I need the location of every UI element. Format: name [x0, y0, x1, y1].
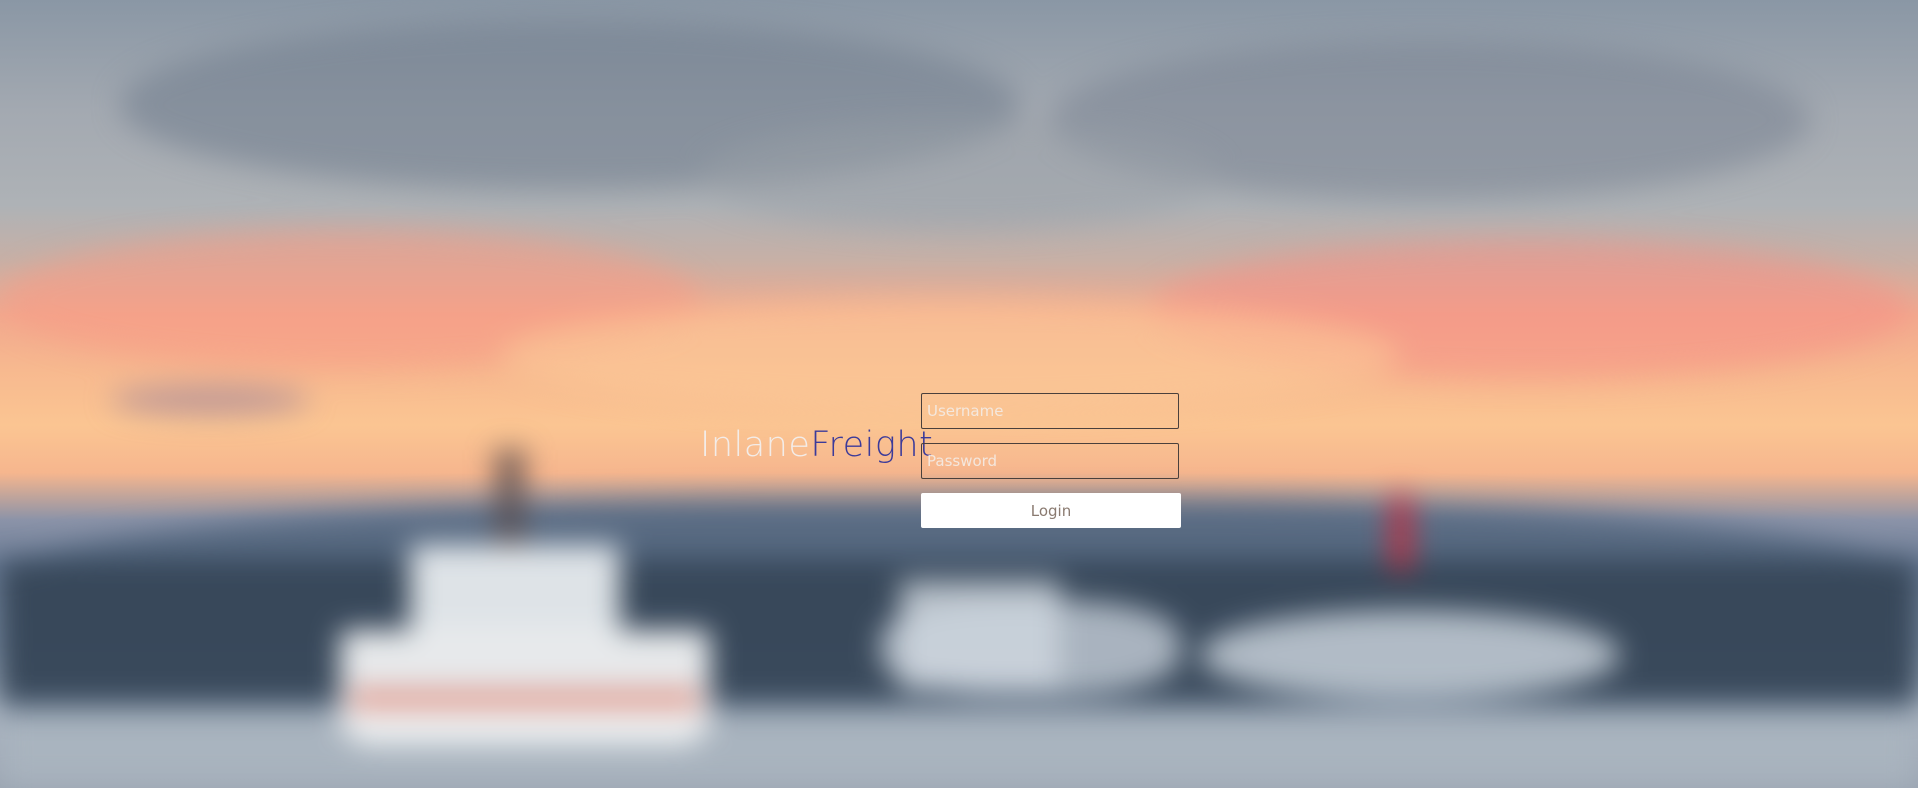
password-input[interactable]: [921, 443, 1179, 479]
brand-name-part2: Freight: [810, 425, 934, 465]
username-input[interactable]: [921, 393, 1179, 429]
brand-logo: InlaneFreight: [700, 418, 933, 472]
login-button[interactable]: Login: [921, 493, 1181, 528]
login-area: InlaneFreight Login: [0, 0, 1918, 788]
brand-name-part1: Inlane: [700, 425, 811, 465]
